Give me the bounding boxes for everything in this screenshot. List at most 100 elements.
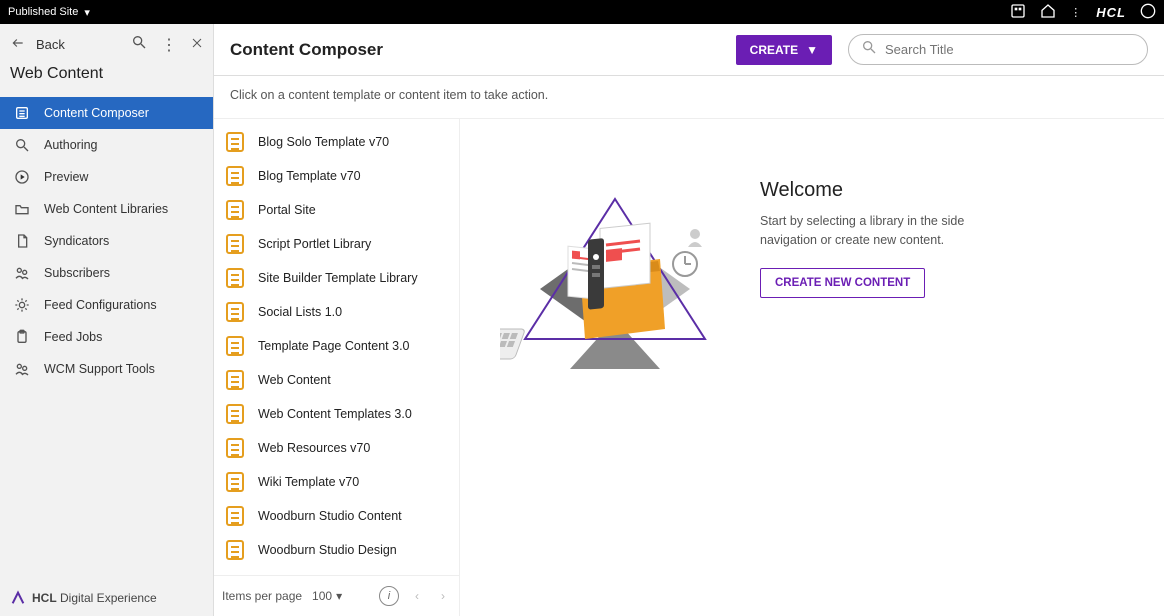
- library-item[interactable]: Woodburn Studio Design: [214, 533, 459, 567]
- library-icon: [226, 472, 244, 492]
- people-icon: [14, 361, 30, 377]
- sidebar-item-label: Content Composer: [44, 106, 149, 120]
- library-item[interactable]: Woodburn Studio Content: [214, 499, 459, 533]
- sidebar-item-label: Web Content Libraries: [44, 202, 168, 216]
- library-item-label: Portal Site: [258, 203, 316, 217]
- library-item[interactable]: Wiki Template v70: [214, 465, 459, 499]
- sidebar-item-content-composer[interactable]: Content Composer: [0, 97, 213, 129]
- sidebar-item-label: Feed Jobs: [44, 330, 102, 344]
- library-item-label: Web Resources v70: [258, 441, 370, 455]
- library-item[interactable]: Blog Template v70: [214, 159, 459, 193]
- welcome-illustration: [500, 179, 730, 389]
- library-icon: [226, 438, 244, 458]
- library-item[interactable]: Web Resources v70: [214, 431, 459, 465]
- close-icon[interactable]: [191, 36, 203, 54]
- library-item[interactable]: Template Page Content 3.0: [214, 329, 459, 363]
- items-per-page-select[interactable]: 100 ▾: [312, 589, 342, 603]
- info-icon[interactable]: i: [379, 586, 399, 606]
- arrow-left-icon: [10, 36, 26, 53]
- clipboard-icon: [14, 329, 30, 345]
- back-label: Back: [36, 37, 65, 52]
- library-item[interactable]: Blog Solo Template v70: [214, 125, 459, 159]
- sidebar-item-label: Authoring: [44, 138, 98, 152]
- library-item[interactable]: Web Content Templates 3.0: [214, 397, 459, 431]
- sidebar-item-authoring[interactable]: Authoring: [0, 129, 213, 161]
- search-field[interactable]: [848, 34, 1148, 65]
- sidebar: Back ⋮ Web Content Content Composer Autho…: [0, 24, 214, 616]
- library-icon: [226, 166, 244, 186]
- library-item-label: Web Content: [258, 373, 331, 387]
- sidebar-item-preview[interactable]: Preview: [0, 161, 213, 193]
- sidebar-item-wcm-support-tools[interactable]: WCM Support Tools: [0, 353, 213, 385]
- sidebar-item-label: WCM Support Tools: [44, 362, 155, 376]
- search-icon: [14, 137, 30, 153]
- library-item[interactable]: Web Content: [214, 363, 459, 397]
- search-input[interactable]: [885, 42, 1135, 57]
- library-icon: [226, 268, 244, 288]
- file-icon: [14, 233, 30, 249]
- create-new-content-button[interactable]: CREATE NEW CONTENT: [760, 268, 925, 298]
- library-icon: [226, 540, 244, 560]
- sidebar-item-subscribers[interactable]: Subscribers: [0, 257, 213, 289]
- library-list-column: Blog Solo Template v70Blog Template v70 P…: [214, 119, 460, 616]
- welcome-body: Start by selecting a library in the side…: [760, 212, 1020, 250]
- library-item-label: Web Content Templates 3.0: [258, 407, 412, 421]
- main-area: Content Composer CREATE ▼ Click on a con…: [214, 24, 1164, 616]
- library-item-label: Woodburn Studio Content: [258, 509, 402, 523]
- page-title: Content Composer: [230, 40, 383, 60]
- library-icon: [226, 302, 244, 322]
- site-switcher[interactable]: Published Site: [8, 6, 78, 18]
- library-item-label: Social Lists 1.0: [258, 305, 342, 319]
- sidebar-item-label: Feed Configurations: [44, 298, 157, 312]
- library-icon: [226, 336, 244, 356]
- brand-mark-icon: [10, 590, 26, 606]
- user-avatar-icon[interactable]: [1140, 3, 1156, 22]
- library-icon: [226, 200, 244, 220]
- sidebar-item-feed-configurations[interactable]: Feed Configurations: [0, 289, 213, 321]
- home-icon[interactable]: [1040, 3, 1056, 22]
- library-item[interactable]: Portal Site: [214, 193, 459, 227]
- library-icon: [226, 132, 244, 152]
- create-button[interactable]: CREATE ▼: [736, 35, 832, 65]
- chevron-down-icon[interactable]: ▾: [84, 6, 90, 19]
- main-header: Content Composer CREATE ▼: [214, 24, 1164, 75]
- play-icon: [14, 169, 30, 185]
- sidebar-item-web-content-libraries[interactable]: Web Content Libraries: [0, 193, 213, 225]
- chevron-down-icon: ▼: [806, 43, 818, 57]
- folder-icon: [14, 201, 30, 217]
- search-icon[interactable]: [131, 34, 147, 55]
- list-footer: Items per page 100 ▾ i ‹ ›: [214, 575, 459, 616]
- brand-logo: HCL: [1096, 5, 1126, 20]
- prev-page-button[interactable]: ‹: [409, 589, 425, 603]
- library-icon: [226, 404, 244, 424]
- people-icon: [14, 265, 30, 281]
- library-item-label: Script Portlet Library: [258, 237, 371, 251]
- chevron-down-icon: ▾: [336, 589, 342, 603]
- gear-icon: [14, 297, 30, 313]
- more-icon[interactable]: ⋮: [1070, 6, 1082, 19]
- sidebar-title: Web Content: [0, 59, 213, 97]
- next-page-button[interactable]: ›: [435, 589, 451, 603]
- library-item[interactable]: Social Lists 1.0: [214, 295, 459, 329]
- library-item[interactable]: Script Portlet Library: [214, 227, 459, 261]
- hint-text: Click on a content template or content i…: [214, 76, 1164, 118]
- library-icon: [226, 370, 244, 390]
- library-icon: [226, 234, 244, 254]
- sidebar-item-label: Syndicators: [44, 234, 109, 248]
- back-button[interactable]: Back: [10, 36, 65, 53]
- welcome-heading: Welcome: [760, 179, 1020, 202]
- search-icon: [861, 39, 877, 60]
- more-icon[interactable]: ⋮: [161, 35, 177, 55]
- library-item[interactable]: Site Builder Template Library: [214, 261, 459, 295]
- library-item-label: Template Page Content 3.0: [258, 339, 410, 353]
- top-bar: Published Site ▾ ⋮ HCL: [0, 0, 1164, 24]
- sidebar-item-feed-jobs[interactable]: Feed Jobs: [0, 321, 213, 353]
- sidebar-item-label: Subscribers: [44, 266, 110, 280]
- library-icon: [226, 506, 244, 526]
- welcome-panel: Welcome Start by selecting a library in …: [460, 119, 1164, 616]
- library-item-label: Site Builder Template Library: [258, 271, 418, 285]
- list-icon: [14, 105, 30, 121]
- library-item-label: Wiki Template v70: [258, 475, 359, 489]
- app-switcher-icon[interactable]: [1010, 3, 1026, 22]
- sidebar-item-syndicators[interactable]: Syndicators: [0, 225, 213, 257]
